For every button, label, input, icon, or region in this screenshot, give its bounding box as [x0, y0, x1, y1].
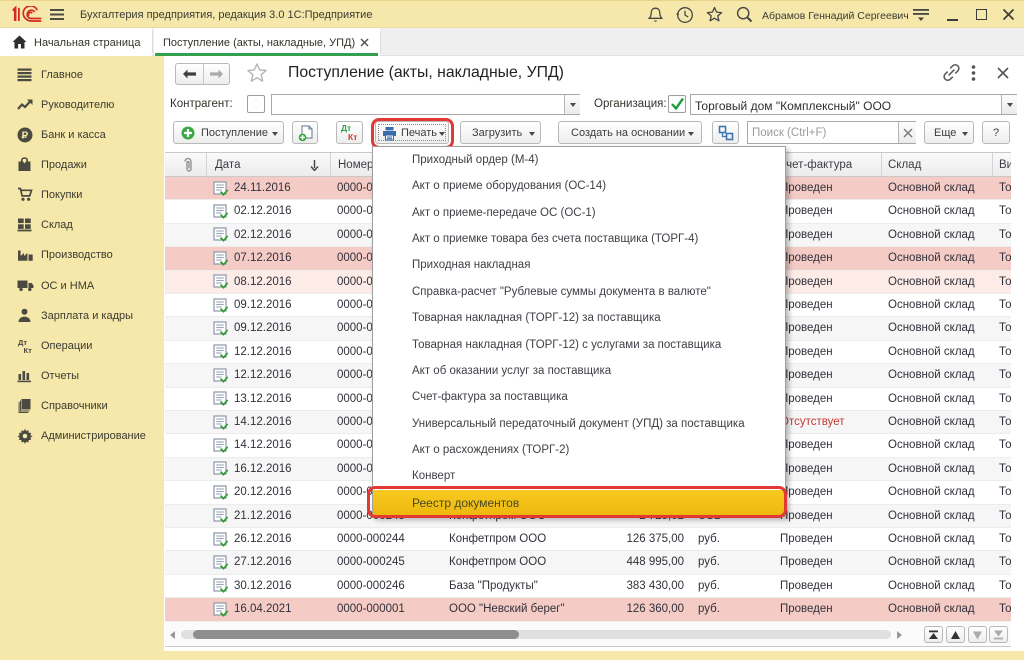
svg-text:P: P	[22, 131, 29, 142]
svg-text:Кт: Кт	[24, 346, 33, 354]
